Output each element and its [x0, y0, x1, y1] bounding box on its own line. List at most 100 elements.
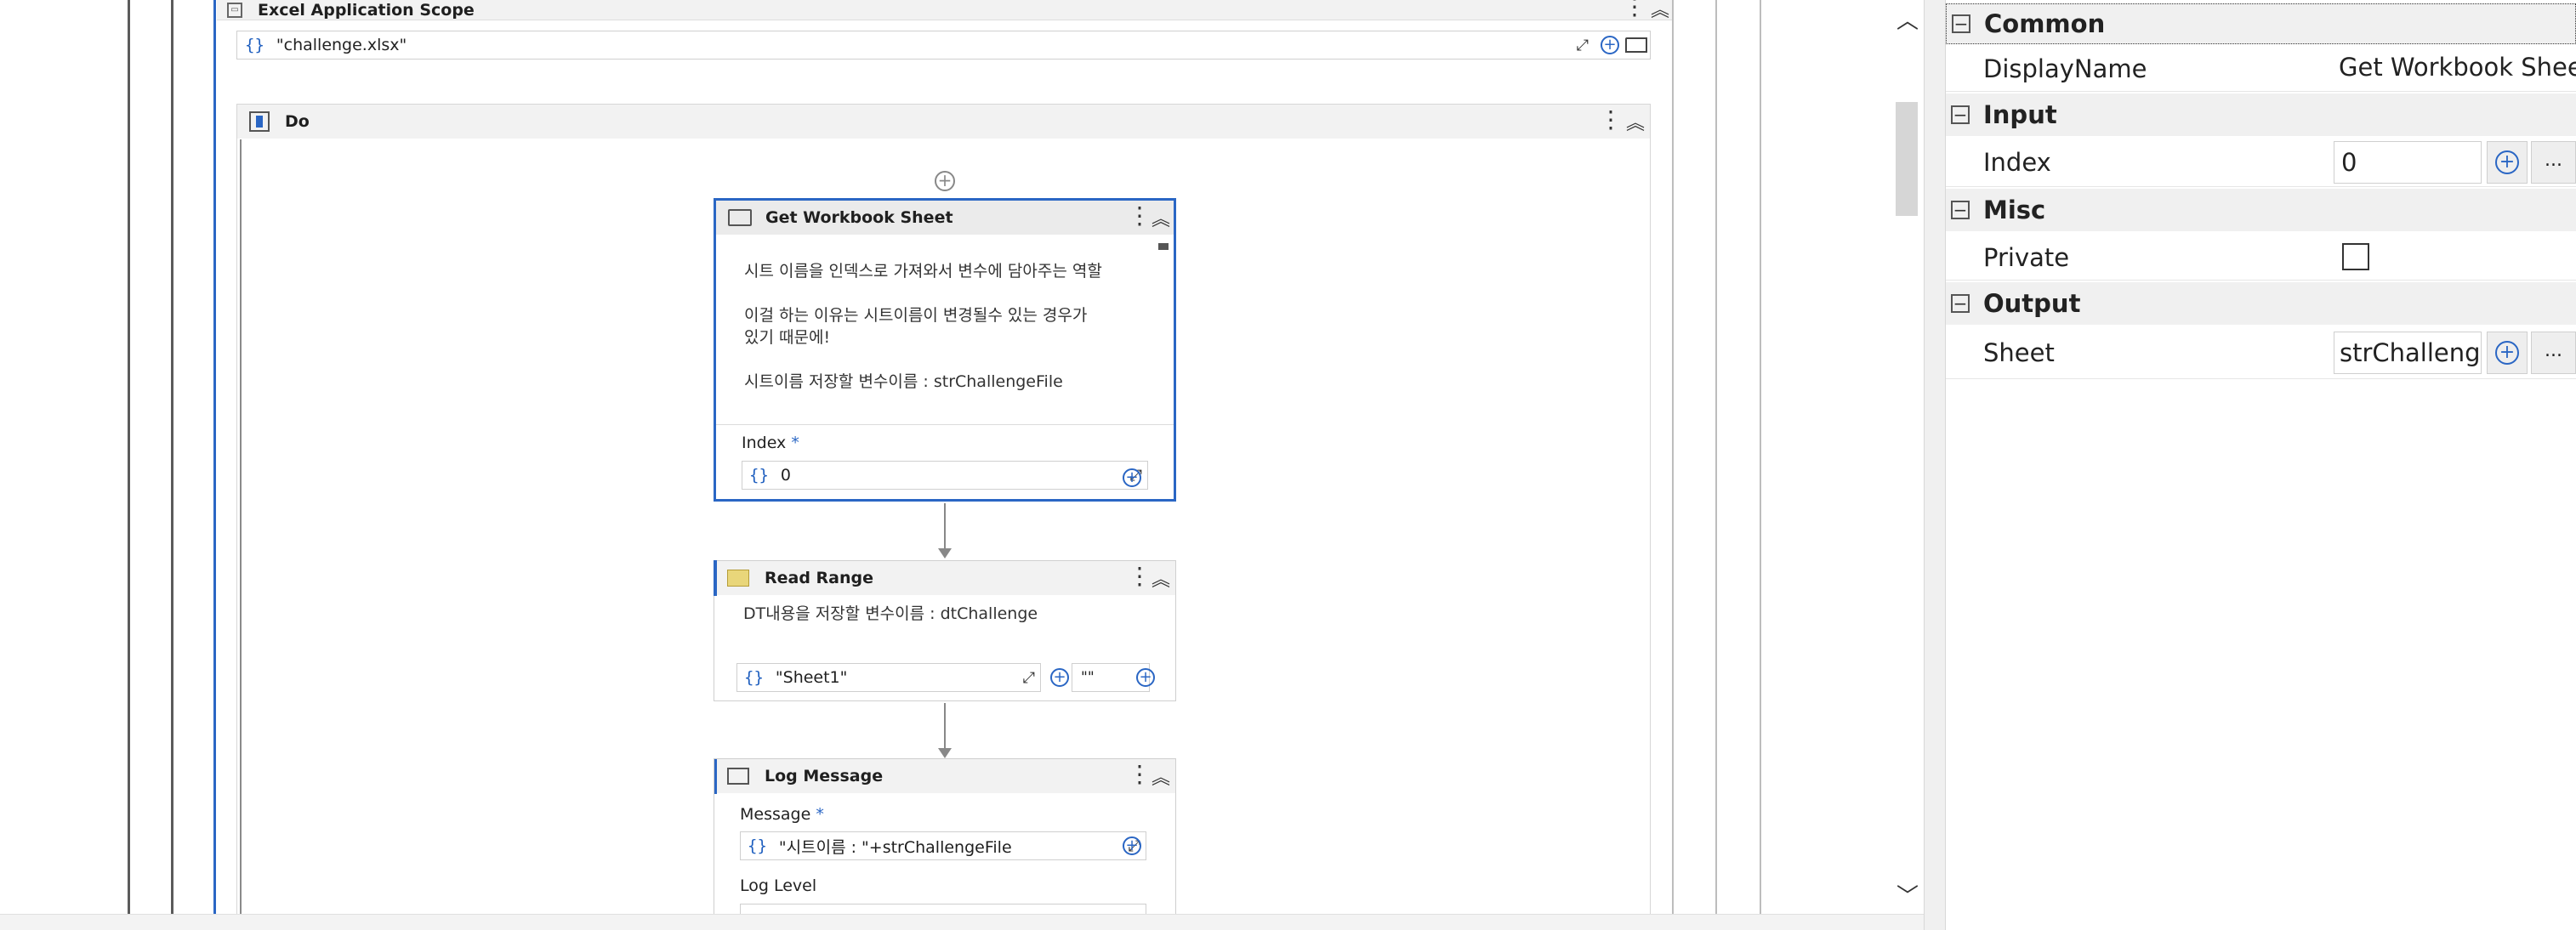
collapse-output-icon[interactable]: − [1951, 294, 1970, 313]
log-level-select[interactable] [740, 904, 1146, 914]
range-add-icon[interactable]: + [1136, 668, 1155, 687]
message-value: "시트이름 : "+strChallengeFile [778, 837, 1012, 857]
sequence-icon [249, 111, 270, 132]
index-prop-ellipsis: ... [2545, 150, 2562, 171]
index-braces-icon: {} [749, 466, 769, 485]
sheet-braces-icon: {} [744, 668, 764, 687]
annotation-pin-icon[interactable] [1158, 243, 1169, 250]
scroll-down-icon[interactable]: ﹀ [1896, 879, 1919, 910]
workbook-sheet-icon [728, 209, 752, 226]
frame-line-1 [1672, 0, 1674, 914]
index-input[interactable]: {} 0 ⤢ [742, 461, 1148, 490]
add-activity-top-icon: + [937, 170, 952, 190]
sheet-prop-ellipsis: ... [2545, 340, 2562, 361]
sheet-prop-ellipsis-button[interactable]: ... [2531, 332, 2576, 374]
row-displayname: DisplayName Get Workbook Shee [1946, 46, 2576, 92]
connector-1-arrow [938, 548, 952, 559]
sheet-expand-icon[interactable]: ⤢ [1023, 669, 1035, 687]
annotation-line-1: 시트 이름을 인덱스로 가져와서 변수에 담아주는 역할 [744, 262, 1102, 281]
annotation-line-2: 이걸 하는 이유는 시트이름이 변경될수 있는 경우가 [744, 306, 1088, 325]
scroll-up-icon[interactable]: ︿ [1896, 3, 1919, 35]
do-menu-icon[interactable]: ⋮ [1599, 108, 1623, 132]
read-range-sheet-input[interactable]: {} "Sheet1" ⤢ [736, 663, 1041, 692]
message-label: Message [740, 805, 811, 824]
sheet-prop-add-button[interactable]: + [2487, 332, 2528, 374]
collapse-common-icon[interactable]: − [1952, 14, 1970, 33]
section-misc-title: Misc [1983, 196, 2046, 224]
index-prop-label: Index [1983, 148, 2051, 177]
row-sheet: Sheet strChalleng + ... [1946, 326, 2576, 379]
log-message-collapse-icon[interactable]: ︽ [1152, 763, 1170, 790]
log-message-icon [727, 768, 749, 785]
index-label-row: Index * [742, 434, 799, 452]
log-message-title: Log Message [765, 767, 884, 785]
read-range-collapse-icon[interactable]: ︽ [1152, 564, 1170, 592]
excel-scope-title: Excel Application Scope [258, 0, 475, 20]
sheet-prop-input[interactable]: strChalleng [2334, 332, 2482, 374]
section-common-title: Common [1984, 9, 2106, 38]
annotation-line-3: 있기 때문에! [744, 328, 831, 347]
read-range-card[interactable]: Read Range ⋮ ︽ DT내용을 저장할 변수이름 : dtChalle… [714, 560, 1176, 701]
nesting-line-2 [171, 0, 173, 914]
get-workbook-sheet-title: Get Workbook Sheet [765, 208, 953, 227]
read-range-title: Read Range [765, 569, 874, 587]
read-range-menu-icon[interactable]: ⋮ [1128, 564, 1152, 588]
private-checkbox[interactable] [2342, 243, 2369, 270]
section-input[interactable]: − Input [1946, 94, 2576, 136]
index-prop-ellipsis-button[interactable]: ... [2531, 141, 2576, 184]
index-prop-add-button[interactable]: + [2487, 141, 2528, 184]
log-message-header[interactable]: Log Message [717, 759, 1175, 793]
nesting-line-1 [128, 0, 130, 914]
excel-path-add-icon[interactable]: + [1601, 36, 1619, 54]
excel-path-expand-icon[interactable]: ⤢ [1577, 37, 1589, 54]
do-title: Do [285, 112, 310, 131]
scroll-thumb[interactable] [1896, 102, 1918, 216]
range-value: "" [1081, 669, 1095, 686]
properties-panel: − Common DisplayName Get Workbook Shee −… [1946, 0, 2576, 930]
connector-2 [944, 703, 946, 754]
message-add-icon[interactable]: + [1123, 836, 1141, 855]
row-index: Index 0 + ... [1946, 138, 2576, 187]
message-input[interactable]: {} "시트이름 : "+strChallengeFile ⤢ [740, 831, 1146, 860]
section-output-title: Output [1983, 289, 2081, 318]
get-workbook-sheet-card[interactable]: Get Workbook Sheet ⋮ ︽ 시트 이름을 인덱스로 가져와서 … [714, 198, 1176, 502]
index-add-button[interactable]: + [1123, 468, 1141, 487]
annotation-line-4: 시트이름 저장할 변수이름 : strChallengeFile [744, 372, 1063, 391]
message-braces-icon: {} [748, 836, 767, 855]
excel-scope-icon: ▭ [227, 2, 242, 18]
collapse-input-icon[interactable]: − [1951, 105, 1970, 124]
do-block-left-border [240, 139, 242, 920]
do-header[interactable]: Do [237, 105, 1650, 139]
read-range-icon [727, 570, 749, 587]
index-prop-input[interactable]: 0 [2334, 141, 2482, 184]
section-common[interactable]: − Common [1946, 3, 2576, 44]
index-value: 0 [780, 466, 791, 485]
read-range-header[interactable]: Read Range [717, 561, 1175, 595]
section-output[interactable]: − Output [1946, 282, 2576, 325]
excel-path-field[interactable]: {} "challenge.xlsx" ⤢ + [236, 31, 1651, 60]
expression-braces-icon: {} [245, 36, 264, 54]
canvas-bottom-bar [0, 914, 1931, 930]
collapse-misc-icon[interactable]: − [1951, 201, 1970, 219]
panel-splitter[interactable] [1924, 0, 1946, 930]
get-workbook-sheet-collapse-icon[interactable]: ︽ [1152, 204, 1170, 231]
log-message-card[interactable]: Log Message ⋮ ︽ Message * {} "시트이름 : "+s… [714, 758, 1176, 914]
excel-scope-kebab-icon[interactable]: ⋮ [1623, 0, 1646, 19]
log-message-menu-icon[interactable]: ⋮ [1128, 763, 1152, 786]
get-workbook-sheet-menu-icon[interactable]: ⋮ [1128, 204, 1152, 228]
excel-scope-collapse-icon[interactable]: ︽ [1651, 0, 1669, 22]
sheet-add-icon[interactable]: + [1050, 668, 1069, 687]
do-collapse-icon[interactable]: ︽ [1626, 108, 1645, 135]
read-range-annotation: DT내용을 저장할 변수이름 : dtChallenge [743, 604, 1038, 623]
canvas-scrollbar[interactable]: ︿ ﹀ [1890, 0, 1924, 914]
index-prop-add-icon: + [2495, 150, 2519, 174]
index-label: Index [742, 434, 787, 452]
get-workbook-sheet-header[interactable]: Get Workbook Sheet [716, 201, 1174, 235]
folder-icon [1625, 37, 1647, 53]
section-misc[interactable]: − Misc [1946, 189, 2576, 231]
log-level-label: Log Level [740, 876, 817, 895]
folder-button[interactable] [1621, 32, 1652, 58]
excel-scope-header[interactable]: ▭ Excel Application Scope [217, 0, 1672, 20]
displayname-value[interactable]: Get Workbook Shee [2339, 53, 2576, 82]
add-activity-top[interactable]: + [935, 171, 955, 191]
